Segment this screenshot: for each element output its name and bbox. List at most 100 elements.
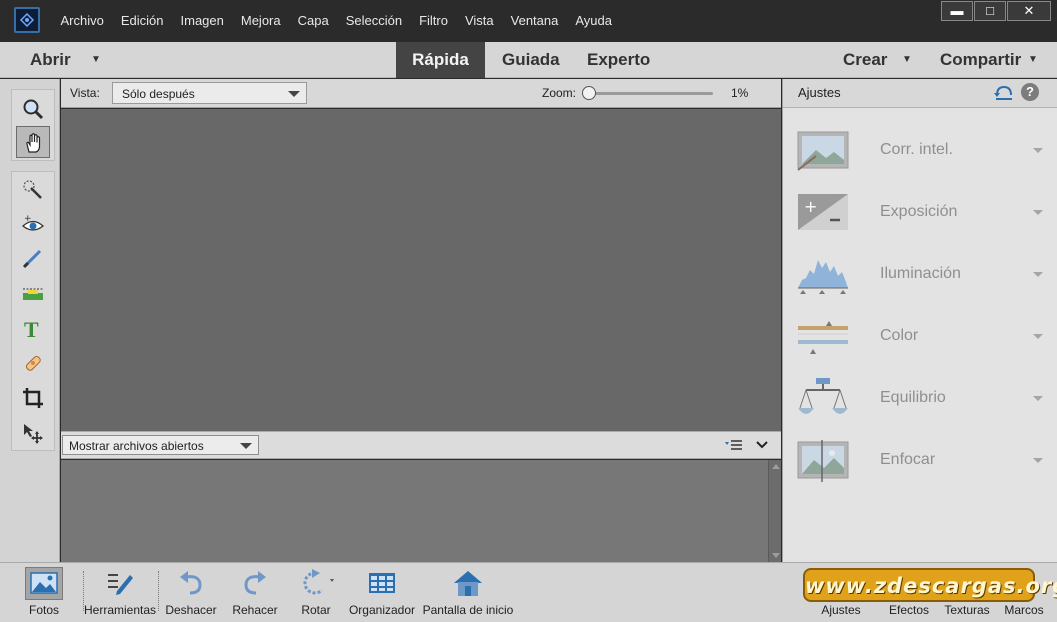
menu-capa[interactable]: Capa xyxy=(289,0,337,42)
menu-ayuda[interactable]: Ayuda xyxy=(567,0,621,42)
separator xyxy=(158,571,159,611)
undo-button[interactable]: Deshacer xyxy=(160,563,222,622)
close-icon: ✕ xyxy=(1023,3,1035,18)
tools-icon xyxy=(108,574,133,595)
bin-scrollbar[interactable] xyxy=(768,460,781,562)
rotate-icon xyxy=(303,569,334,595)
photos-button[interactable]: Fotos xyxy=(8,563,80,622)
scroll-up-icon[interactable] xyxy=(772,464,780,469)
home-screen-button[interactable]: Pantalla de inicio xyxy=(420,563,516,622)
crop-icon xyxy=(23,388,43,408)
tools-panel: + T xyxy=(0,79,60,562)
reset-icon[interactable] xyxy=(994,83,1014,101)
minimize-button[interactable]: ▬ xyxy=(941,1,973,21)
redo-button[interactable]: Rehacer xyxy=(224,563,286,622)
straighten-icon xyxy=(23,288,43,300)
move-icon xyxy=(24,424,43,444)
menu-vista[interactable]: Vista xyxy=(456,0,502,42)
tab-guiada[interactable]: Guiada xyxy=(502,42,560,78)
lighting-icon xyxy=(798,260,848,294)
sharpen-icon xyxy=(797,440,849,482)
redo-label: Rehacer xyxy=(232,603,278,617)
straighten-tool[interactable] xyxy=(16,277,50,309)
tab-experto[interactable]: Experto xyxy=(587,42,650,78)
photos-label: Fotos xyxy=(28,603,59,617)
watermark-text: www.zdescargas.org xyxy=(805,574,1057,598)
maximize-icon: □ xyxy=(986,3,994,18)
menu-filtro[interactable]: Filtro xyxy=(411,0,457,42)
textures-label: Texturas xyxy=(944,603,990,617)
organizer-button[interactable]: Organizador xyxy=(346,563,418,622)
share-dropdown-icon[interactable]: ▼ xyxy=(1028,42,1038,78)
menu-bar: Archivo Edición Imagen Mejora Capa Selec… xyxy=(52,0,621,42)
menu-edicion[interactable]: Edición xyxy=(112,0,172,42)
adjustments-panel: Ajustes ? Corr. intel. + Exposición Ilum… xyxy=(782,79,1057,562)
zoom-label: Zoom: xyxy=(542,86,577,100)
tab-rapida[interactable]: Rápida xyxy=(396,42,485,78)
crop-tool[interactable] xyxy=(16,382,50,414)
adjustment-label: Corr. intel. xyxy=(880,141,953,158)
adjustment-exposure[interactable]: + Exposición xyxy=(783,182,1057,244)
adjustments-title: Ajustes xyxy=(798,85,841,100)
spot-healing-tool[interactable] xyxy=(16,347,50,379)
view-select[interactable]: Sólo después xyxy=(112,82,307,104)
rotate-label: Rotar xyxy=(301,603,331,617)
adjustment-label: Enfocar xyxy=(880,451,936,468)
mode-bar: Abrir ▼ Rápida Guiada Experto Crear ▼ Co… xyxy=(0,42,1057,78)
adjustment-lighting[interactable]: Iluminación xyxy=(783,244,1057,306)
collapse-icon[interactable] xyxy=(754,437,770,453)
quick-selection-tool[interactable] xyxy=(16,174,50,206)
hand-tool[interactable] xyxy=(16,126,50,158)
menu-imagen[interactable]: Imagen xyxy=(172,0,232,42)
image-canvas[interactable] xyxy=(61,109,781,431)
menu-archivo[interactable]: Archivo xyxy=(52,0,112,42)
chevron-down-icon xyxy=(1033,458,1043,463)
maximize-button[interactable]: □ xyxy=(974,1,1006,21)
share-button[interactable]: Compartir xyxy=(940,42,1021,78)
text-tool[interactable]: T xyxy=(16,312,50,344)
close-button[interactable]: ✕ xyxy=(1007,1,1051,21)
create-dropdown-icon[interactable]: ▼ xyxy=(902,42,912,78)
bandage-icon xyxy=(25,355,41,371)
menu-ventana[interactable]: Ventana xyxy=(502,0,567,42)
rotate-button[interactable]: Rotar xyxy=(286,563,346,622)
move-tool[interactable] xyxy=(16,417,50,449)
edit-tools-group: + T xyxy=(11,171,55,451)
adjustment-label: Equilibrio xyxy=(880,389,946,406)
whiten-teeth-tool[interactable] xyxy=(16,242,50,274)
zoom-tool[interactable] xyxy=(16,93,50,125)
adjustment-sharpen[interactable]: Enfocar xyxy=(783,430,1057,492)
brush-icon xyxy=(22,249,42,269)
view-tools-group xyxy=(11,89,55,161)
zoom-slider-track[interactable] xyxy=(588,92,713,95)
scroll-down-icon[interactable] xyxy=(772,553,780,558)
adjustment-smart-fix[interactable]: Corr. intel. xyxy=(783,120,1057,182)
view-bar: Vista: Sólo después Zoom: 1% xyxy=(61,79,781,108)
red-eye-tool[interactable]: + xyxy=(16,209,50,241)
color-icon xyxy=(798,321,848,354)
photo-bin[interactable] xyxy=(61,460,781,562)
smart-fix-icon xyxy=(797,131,849,171)
window-controls: ▬ □ ✕ xyxy=(941,1,1051,21)
menu-mejora[interactable]: Mejora xyxy=(232,0,289,42)
zoom-value: 1% xyxy=(731,86,749,100)
menu-seleccion[interactable]: Selección xyxy=(337,0,410,42)
photo-bin-bar: Mostrar archivos abiertos xyxy=(61,431,781,459)
adjustment-color[interactable]: Color xyxy=(783,306,1057,368)
watermark-banner: www.zdescargas.org xyxy=(803,568,1057,602)
open-button[interactable]: Abrir xyxy=(30,42,71,78)
effects-label: Efectos xyxy=(888,603,930,617)
home-icon xyxy=(454,571,482,596)
bin-select[interactable]: Mostrar archivos abiertos xyxy=(62,435,259,455)
list-options-icon[interactable] xyxy=(725,439,743,453)
zoom-slider-thumb[interactable] xyxy=(582,86,596,100)
help-icon[interactable]: ? xyxy=(1021,83,1039,101)
organizer-label: Organizador xyxy=(348,603,416,617)
tools-button[interactable]: Herramientas xyxy=(80,563,160,622)
adjustment-balance[interactable]: Equilibrio xyxy=(783,368,1057,430)
create-button[interactable]: Crear xyxy=(843,42,887,78)
svg-text:+: + xyxy=(24,214,32,224)
chevron-down-icon xyxy=(288,91,300,97)
chevron-down-icon xyxy=(240,443,252,449)
open-dropdown-icon[interactable]: ▼ xyxy=(91,42,101,78)
